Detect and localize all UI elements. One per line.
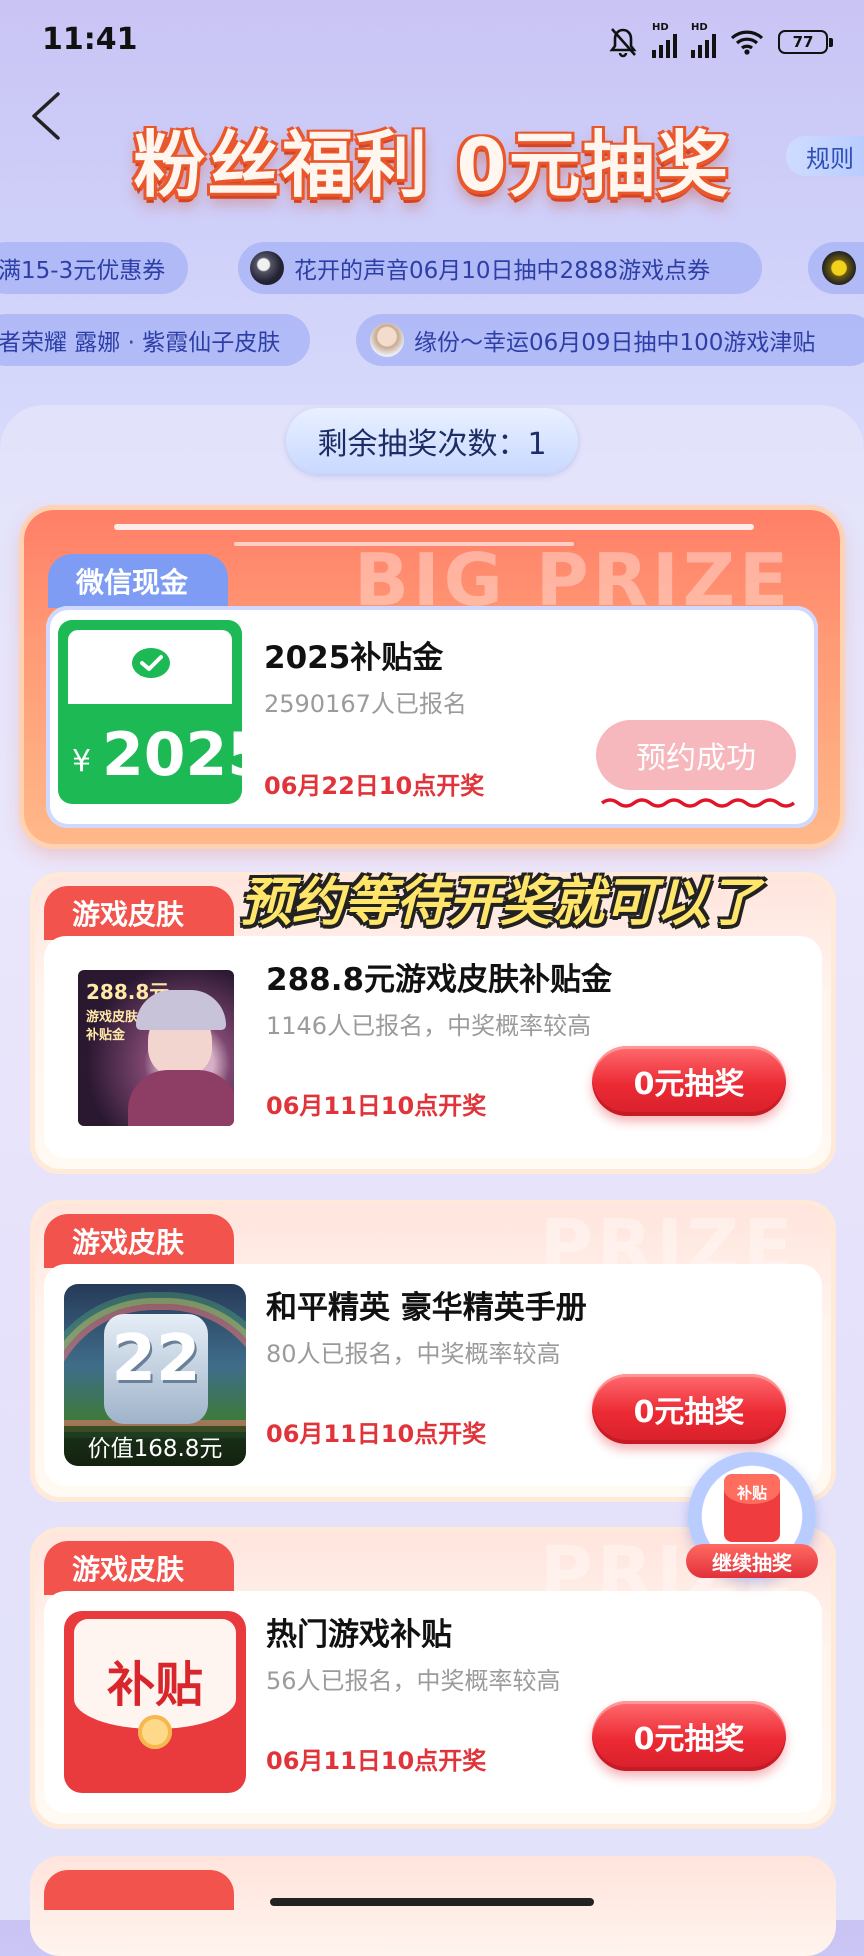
avatar <box>822 251 856 285</box>
ticker-text: 缘份～幸运06月09日抽中100游戏津贴 <box>414 330 816 356</box>
featured-prize-card: BIG PRIZE 微信现金 ¥ 2025 2025补贴金 2590167人已报… <box>24 510 840 844</box>
thumbnail-subtitle: 游戏皮肤 <box>86 1010 139 1025</box>
wechat-cash-thumbnail: ¥ 2025 <box>58 620 242 804</box>
free-draw-button[interactable]: 0元抽奖 <box>592 1046 786 1116</box>
character-body <box>128 1070 234 1126</box>
continue-draw-floating-button[interactable]: 补贴 继续抽奖 <box>686 1452 818 1580</box>
skin-thumbnail: 288.8元 游戏皮肤 补贴金 <box>78 970 234 1126</box>
signup-count: 1146人已报名，中奖概率较高 <box>266 1012 592 1040</box>
red-envelope-icon: 补贴 <box>724 1474 780 1542</box>
ticker-item: 者荣耀 露娜 · 紫霞仙子皮肤 <box>0 314 310 366</box>
category-tab: 游戏皮肤 <box>44 1541 234 1595</box>
draw-time: 06月22日10点开奖 <box>264 772 485 800</box>
prize-title: 热门游戏补贴 <box>266 1617 452 1653</box>
prize-title: 2025补贴金 <box>264 640 444 676</box>
ticker-item: 缘份～幸运06月09日抽中100游戏津贴 <box>356 314 864 366</box>
avatar <box>370 323 404 357</box>
status-bar: 11:41 HD HD 77 <box>0 0 864 84</box>
avatar <box>250 251 284 285</box>
wifi-icon <box>730 30 764 55</box>
prize-content: 288.8元 游戏皮肤 补贴金 288.8元游戏皮肤补贴金 1146人已报名，中… <box>44 936 822 1158</box>
home-indicator[interactable] <box>270 1898 594 1906</box>
draw-time: 06月11日10点开奖 <box>266 1747 487 1775</box>
status-time: 11:41 <box>42 22 138 57</box>
signup-count: 80人已报名，中奖概率较高 <box>266 1340 561 1368</box>
free-draw-button[interactable]: 0元抽奖 <box>592 1701 786 1771</box>
prize-title: 和平精英 豪华精英手册 <box>266 1290 587 1326</box>
signal-icon: HD <box>652 22 677 58</box>
ticker-item: 花开的声音06月10日抽中2888游戏点券 <box>238 242 762 294</box>
wavy-underline <box>600 798 796 808</box>
signal-icon: HD <box>691 22 716 58</box>
thumbnail-subtitle: 补贴金 <box>86 1028 126 1043</box>
category-tab: 微信现金 <box>48 554 228 608</box>
cash-amount: 2025 <box>102 720 242 790</box>
prize-content: 22 价值168.8元 和平精英 豪华精英手册 80人已报名，中奖概率较高 06… <box>44 1264 822 1486</box>
draw-time: 06月11日10点开奖 <box>266 1092 487 1120</box>
ticker-item <box>808 242 864 294</box>
prize-content: 补贴 热门游戏补贴 56人已报名，中奖概率较高 06月11日10点开奖 0元抽奖 <box>44 1591 822 1813</box>
continue-draw-label: 继续抽奖 <box>686 1544 818 1578</box>
free-draw-button[interactable]: 0元抽奖 <box>592 1374 786 1444</box>
page-title: 粉丝福利 0元抽奖 <box>133 123 731 207</box>
featured-content: ¥ 2025 2025补贴金 2590167人已报名 06月22日10点开奖 预… <box>46 606 818 828</box>
signup-count: 2590167人已报名 <box>264 690 467 718</box>
currency-symbol: ¥ <box>72 744 92 779</box>
status-icons: HD HD 77 <box>608 22 833 62</box>
prize-card-partial <box>30 1856 836 1956</box>
red-envelope-thumbnail: 补贴 <box>64 1611 246 1793</box>
category-tab <box>44 1870 234 1910</box>
manual-thumbnail: 22 价值168.8元 <box>64 1284 246 1466</box>
character-hood <box>136 990 226 1030</box>
envelope-seal <box>138 1715 172 1749</box>
ticker-text: 者荣耀 露娜 · 紫霞仙子皮肤 <box>0 330 281 356</box>
overlay-caption: 预约等待开奖就可以了 <box>240 873 761 933</box>
battery-icon: 77 <box>778 30 833 54</box>
thumbnail-top <box>68 630 232 704</box>
bell-muted-icon <box>609 28 637 58</box>
ticker-text: 花开的声音06月10日抽中2888游戏点券 <box>294 258 711 284</box>
ticker-item: 满15-3元优惠券 <box>0 242 188 294</box>
rules-button[interactable]: 规则 <box>786 136 864 176</box>
wechat-icon <box>132 648 170 678</box>
category-tab: 游戏皮肤 <box>44 886 234 940</box>
category-tab: 游戏皮肤 <box>44 1214 234 1268</box>
subsidy-text: 补贴 <box>106 1657 203 1713</box>
prize-card: PRIZE 游戏皮肤 22 价值168.8元 和平精英 豪华精英手册 80人已报… <box>30 1200 836 1502</box>
reserved-button[interactable]: 预约成功 <box>596 720 796 790</box>
remaining-count: 剩余抽奖次数：1 <box>286 408 578 474</box>
value-label: 价值168.8元 <box>64 1426 246 1466</box>
draw-time: 06月11日10点开奖 <box>266 1420 487 1448</box>
card-highlight <box>114 524 754 530</box>
season-number: 22 <box>111 1322 201 1396</box>
signup-count: 56人已报名，中奖概率较高 <box>266 1667 561 1695</box>
ticker-text: 满15-3元优惠券 <box>0 258 166 284</box>
hd-label: HD <box>691 22 708 33</box>
prize-title: 288.8元游戏皮肤补贴金 <box>266 962 613 998</box>
badge-text: 补贴 <box>736 1484 767 1502</box>
hd-label: HD <box>652 22 669 33</box>
